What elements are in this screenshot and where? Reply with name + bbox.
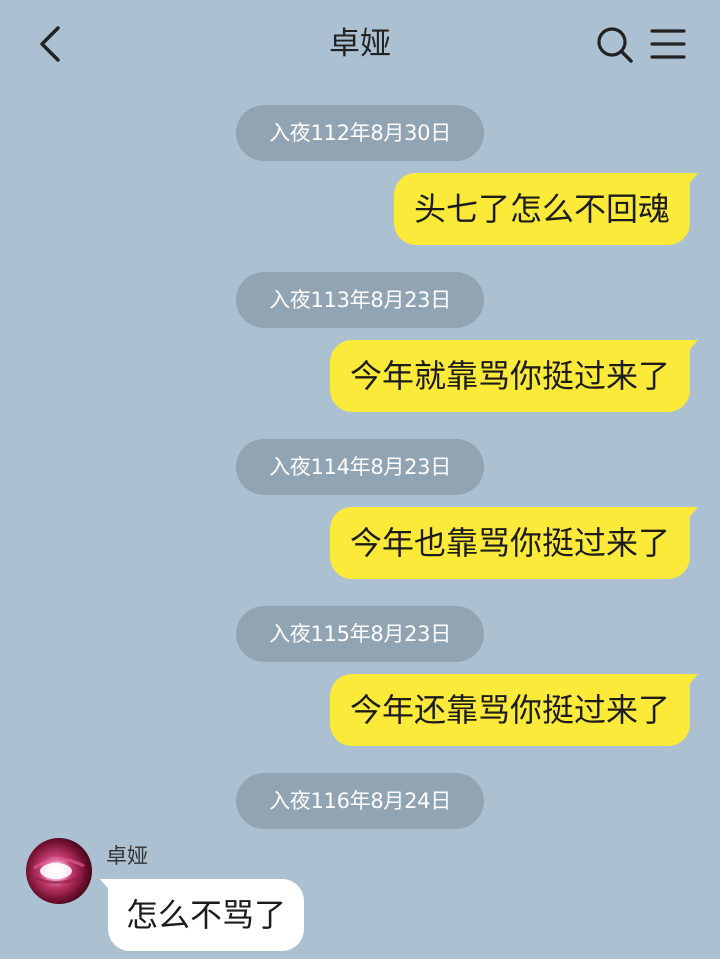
incoming-message-bubble[interactable]: 怎么不骂了: [99, 879, 305, 951]
outgoing-message-bubble[interactable]: 今年就靠骂你挺过来了: [329, 340, 699, 412]
menu-button[interactable]: [650, 26, 686, 62]
outgoing-message-bubble[interactable]: 今年也靠骂你挺过来了: [329, 507, 699, 579]
sender-name: 卓娅: [106, 844, 148, 868]
hamburger-menu-icon: [650, 29, 686, 59]
search-button[interactable]: [594, 24, 636, 66]
timestamp-divider: 入夜114年8月23日: [236, 439, 484, 495]
timestamp-divider: 入夜113年8月23日: [236, 272, 484, 328]
timestamp-divider: 入夜115年8月23日: [236, 606, 484, 662]
outgoing-message-bubble[interactable]: 今年还靠骂你挺过来了: [329, 674, 699, 746]
search-icon: [597, 27, 633, 63]
timestamp-divider: 入夜116年8月24日: [236, 773, 484, 829]
outgoing-message-bubble[interactable]: 头七了怎么不回魂: [393, 173, 699, 245]
chat-header: 卓娅: [0, 0, 720, 88]
timestamp-divider: 入夜112年8月30日: [236, 105, 484, 161]
contact-avatar[interactable]: [26, 838, 92, 904]
avatar-image: [26, 838, 92, 904]
